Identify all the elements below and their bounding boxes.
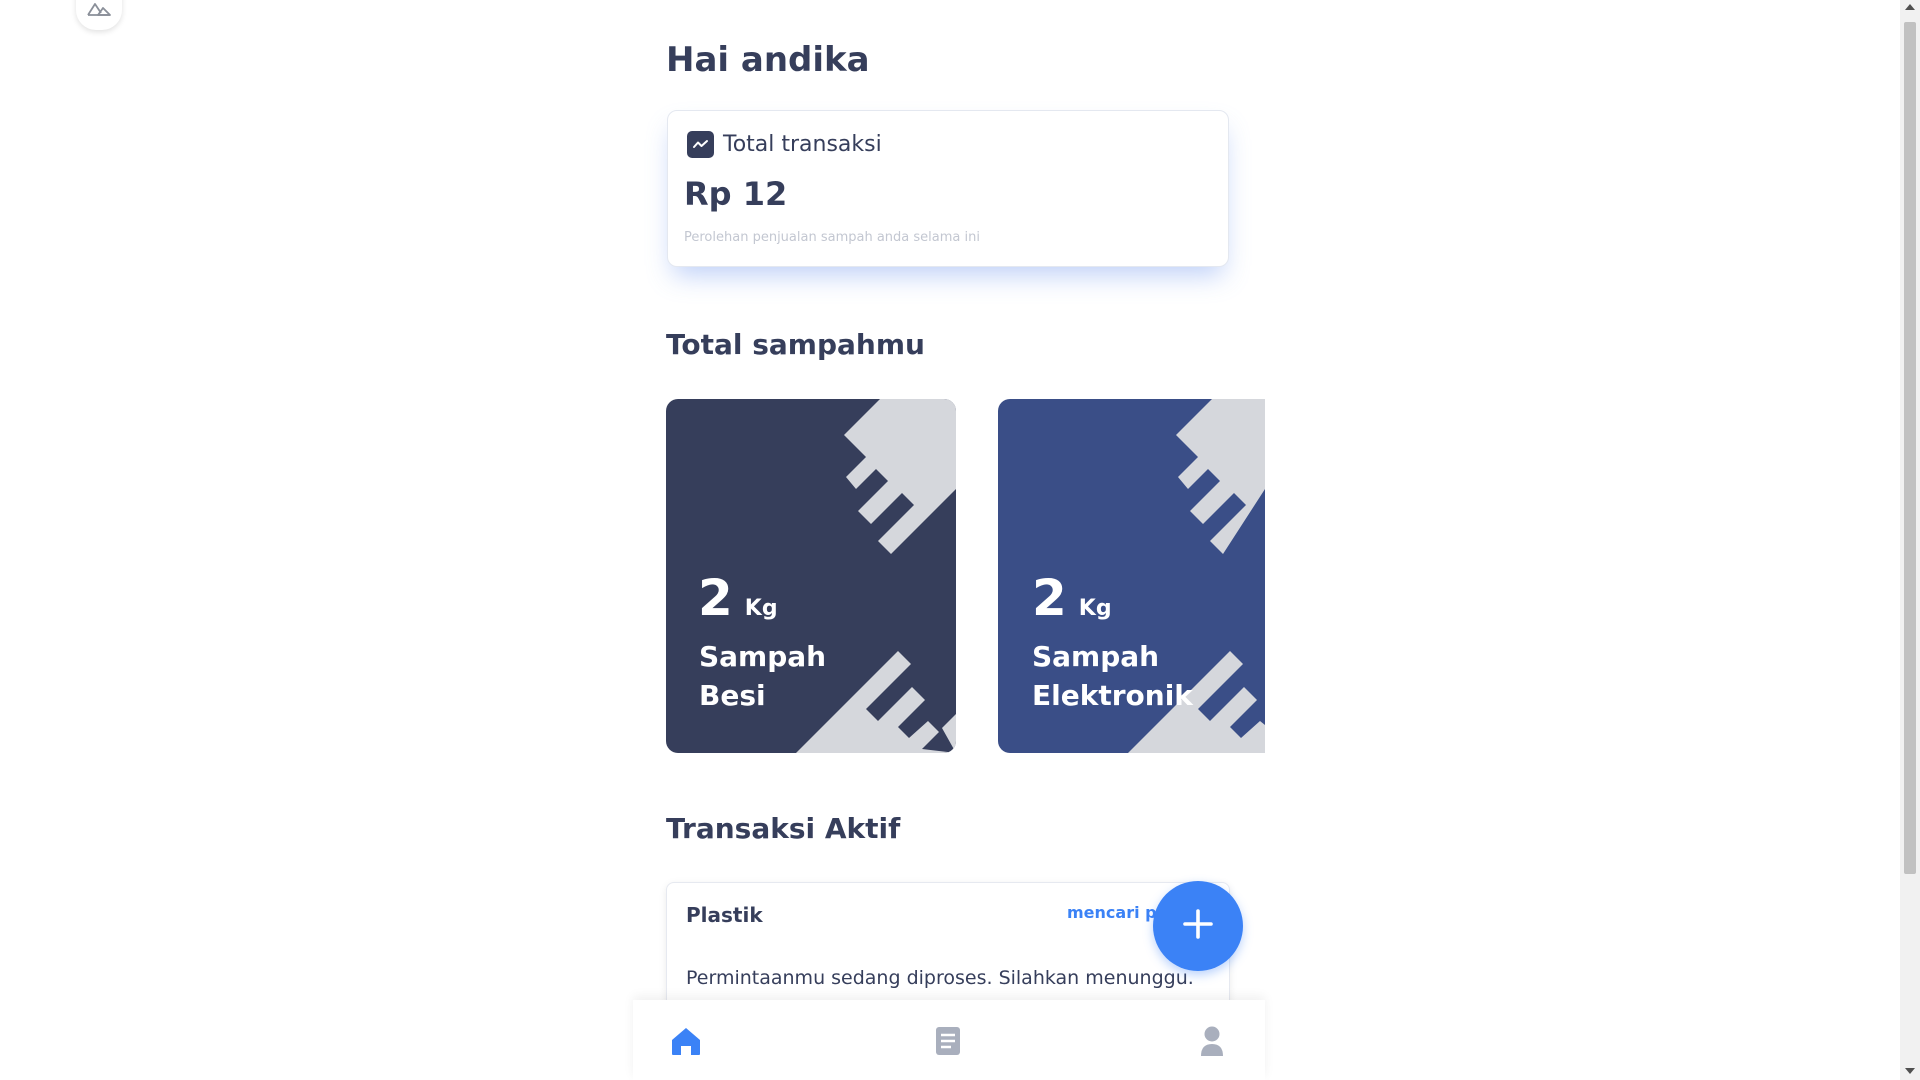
waste-unit: Kg (1078, 596, 1112, 621)
active-section-title: Transaksi Aktif (666, 812, 901, 845)
waste-amount: 2 (1032, 569, 1067, 627)
home-page: Hai andika Total transaksi Rp 12 Peroleh… (666, 0, 1266, 1080)
scroll-up-arrow-icon[interactable] (1905, 4, 1915, 10)
waste-unit: Kg (744, 596, 778, 621)
nuxt-logo-icon (86, 1, 112, 21)
active-transaction-name: Plastik (686, 903, 763, 927)
page-scrollbar[interactable] (1900, 0, 1920, 1080)
nav-profile[interactable] (1195, 1026, 1229, 1060)
waste-card-besi[interactable]: 2 Kg Sampah Besi (666, 399, 956, 753)
nav-transactions[interactable] (931, 1026, 965, 1060)
nav-home[interactable] (669, 1026, 703, 1060)
total-transaction-header: Total transaksi (687, 131, 882, 158)
total-transaction-caption: Perolehan penjualan sampah anda selama i… (684, 230, 980, 245)
waste-label-line1: Sampah (1032, 640, 1160, 673)
total-transaction-title: Total transaksi (723, 132, 882, 157)
waste-label-line2: Elektronik (1032, 679, 1193, 712)
plus-icon (1181, 907, 1215, 945)
active-transaction-message: Permintaanmu sedang diproses. Silahkan m… (686, 967, 1194, 989)
home-icon (670, 1026, 702, 1060)
greeting-heading: Hai andika (666, 40, 870, 80)
nuxt-devtools-badge[interactable] (76, 0, 122, 30)
active-transaction-status: mencari pe (1067, 903, 1165, 922)
add-transaction-button[interactable] (1153, 881, 1243, 971)
waste-label-line1: Sampah (699, 640, 827, 673)
waste-amount: 2 (698, 569, 733, 627)
bottom-navigation (633, 1000, 1265, 1080)
waste-card-elektronik[interactable]: 2 Kg Sampah Elektronik (998, 399, 1265, 753)
total-transaction-amount: Rp 12 (684, 175, 788, 213)
trend-chart-icon (687, 131, 714, 158)
scrollbar-thumb[interactable] (1904, 22, 1916, 874)
waste-amount-row: 2 Kg (1032, 569, 1112, 627)
document-icon (935, 1026, 961, 1060)
scroll-down-arrow-icon[interactable] (1905, 1068, 1915, 1074)
total-transaction-card: Total transaksi Rp 12 Perolehan penjuala… (667, 110, 1229, 267)
waste-amount-row: 2 Kg (698, 569, 778, 627)
waste-section-title: Total sampahmu (666, 328, 925, 361)
user-icon (1199, 1025, 1225, 1061)
waste-label-line2: Besi (699, 679, 766, 712)
